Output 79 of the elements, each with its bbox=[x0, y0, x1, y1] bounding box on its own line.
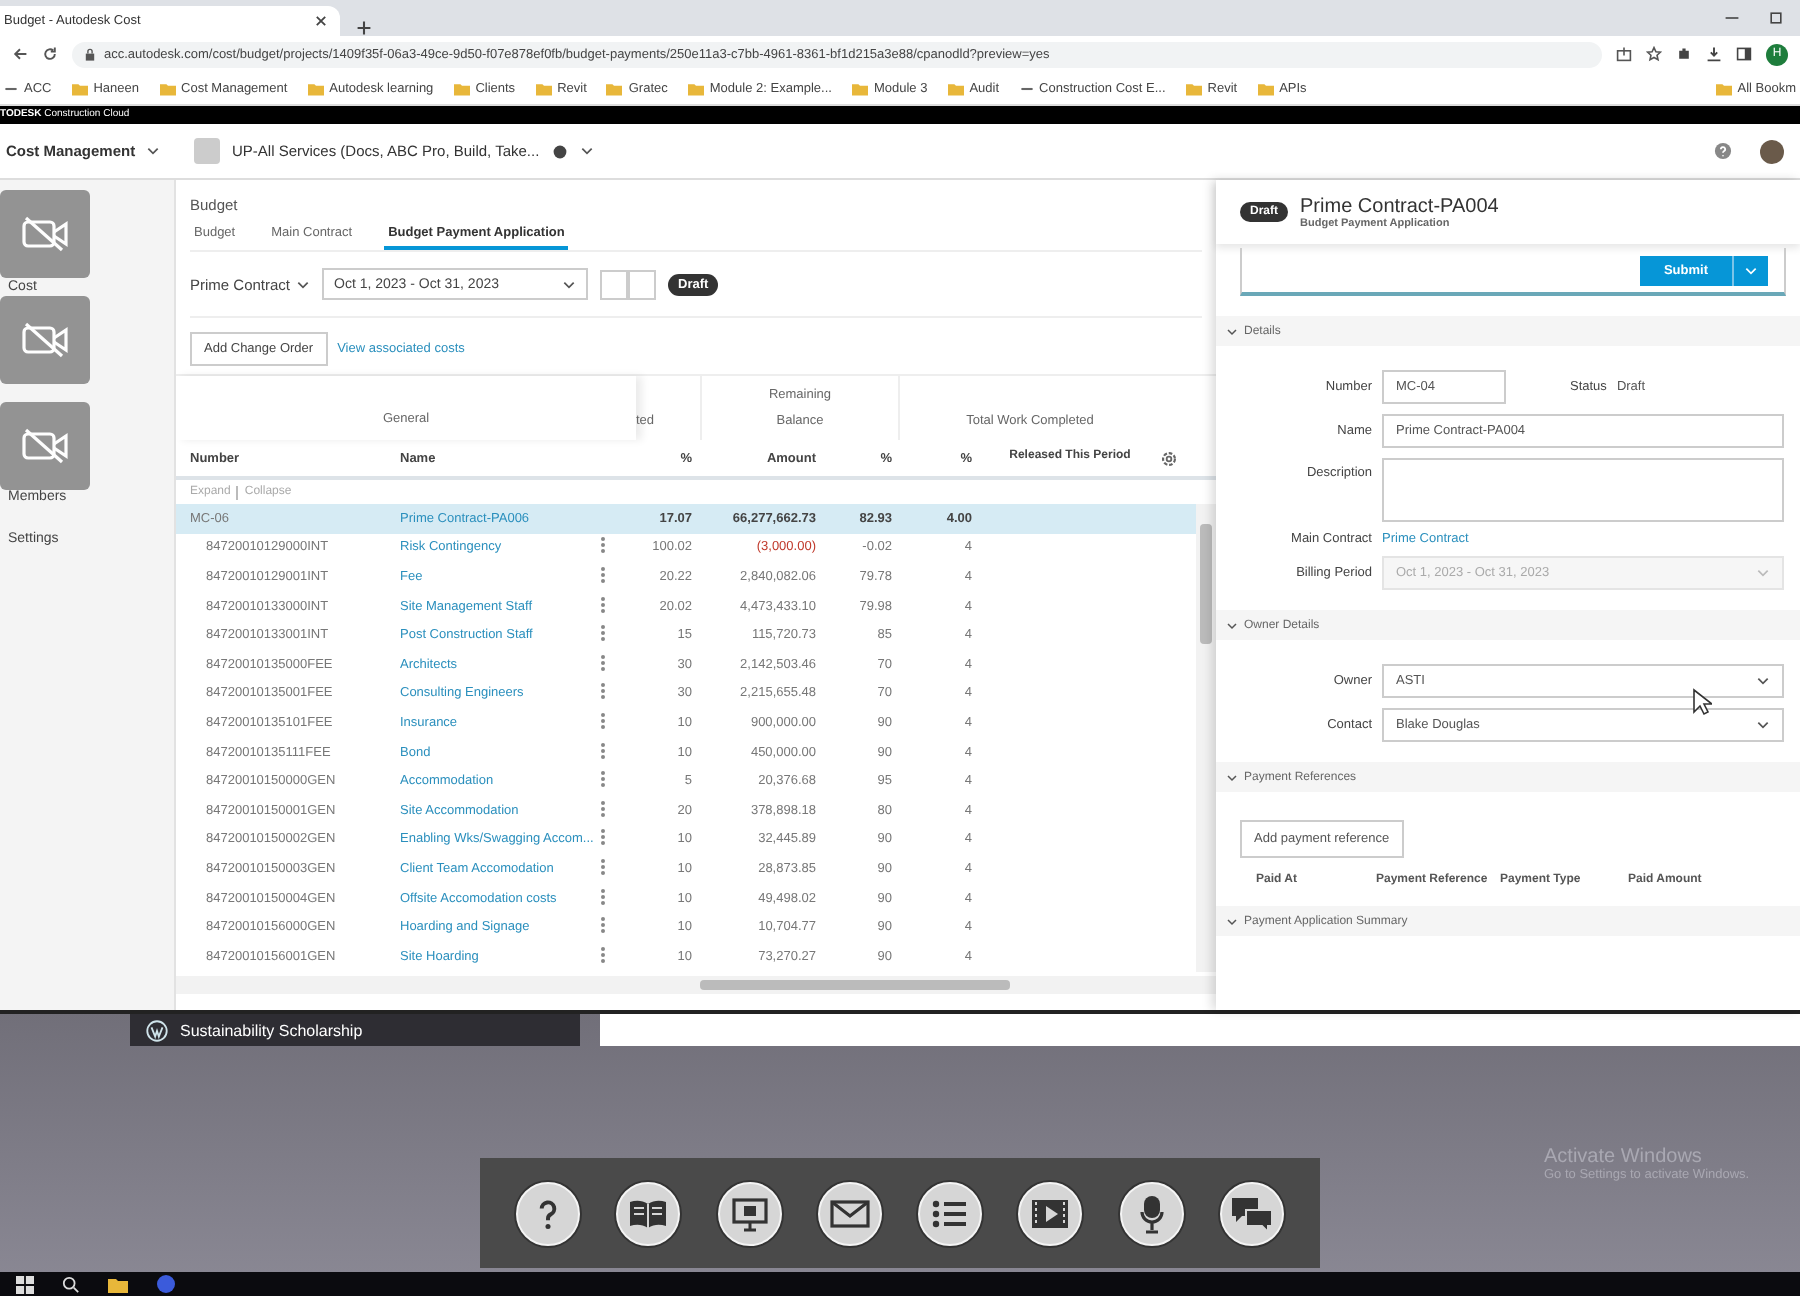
reload-icon[interactable] bbox=[42, 46, 58, 62]
caret-icon bbox=[145, 144, 160, 158]
share-icon[interactable] bbox=[1616, 46, 1632, 62]
folder-icon bbox=[535, 81, 552, 95]
banner-title: Sustainability Scholarship bbox=[180, 1021, 363, 1039]
kebab-menu-icon[interactable] bbox=[600, 945, 606, 964]
panel-title: Prime Contract-PA004 bbox=[1300, 195, 1499, 217]
kebab-menu-icon[interactable] bbox=[600, 565, 606, 584]
kebab-menu-icon[interactable] bbox=[600, 595, 606, 614]
kebab-menu-icon[interactable] bbox=[600, 828, 606, 847]
caret-icon bbox=[579, 144, 594, 158]
folder-icon bbox=[159, 81, 176, 95]
mail-icon bbox=[829, 1199, 870, 1227]
restore-icon[interactable] bbox=[1768, 10, 1784, 26]
folder-icon bbox=[1185, 81, 1202, 95]
kebab-menu-icon[interactable] bbox=[600, 799, 606, 818]
scrollbar-thumb[interactable] bbox=[1200, 524, 1212, 644]
chat-bubbles-icon bbox=[1229, 1195, 1274, 1231]
chat-button[interactable] bbox=[1219, 1181, 1284, 1245]
presentation-button[interactable] bbox=[717, 1181, 782, 1245]
folder-icon bbox=[307, 81, 324, 95]
puzzle-icon[interactable] bbox=[1676, 46, 1692, 62]
project-thumbnail bbox=[194, 138, 220, 164]
folder-icon[interactable] bbox=[108, 1275, 128, 1293]
help-button[interactable] bbox=[516, 1181, 581, 1245]
star-icon[interactable] bbox=[1646, 46, 1662, 62]
folder-icon bbox=[851, 81, 868, 95]
book-button[interactable] bbox=[616, 1181, 681, 1245]
folder-icon bbox=[687, 81, 704, 95]
folder-icon bbox=[606, 81, 623, 95]
settings-icon[interactable] bbox=[1160, 449, 1178, 467]
kebab-menu-icon[interactable] bbox=[600, 916, 606, 935]
folder-icon bbox=[1715, 81, 1732, 95]
browser-icon[interactable] bbox=[156, 1274, 176, 1294]
vertical-scrollbar[interactable] bbox=[1196, 504, 1216, 971]
kebab-menu-icon[interactable] bbox=[600, 887, 606, 906]
caret-icon bbox=[1756, 674, 1770, 688]
caret-icon bbox=[1744, 263, 1758, 277]
windows-start-icon[interactable] bbox=[16, 1275, 34, 1293]
lock-icon bbox=[84, 47, 96, 61]
back-arrow-icon[interactable] bbox=[12, 46, 28, 62]
submit-menu-button[interactable] bbox=[1732, 255, 1768, 285]
side-panel-icon[interactable] bbox=[1736, 46, 1752, 62]
horizontal-scrollbar[interactable] bbox=[176, 975, 1216, 993]
folder-icon bbox=[453, 81, 470, 95]
kebab-menu-icon[interactable] bbox=[600, 857, 606, 876]
video-button[interactable] bbox=[1018, 1181, 1083, 1245]
kebab-menu-icon[interactable] bbox=[600, 682, 606, 701]
kebab-menu-icon[interactable] bbox=[600, 711, 606, 730]
caret-icon bbox=[562, 277, 577, 291]
scrollbar-thumb[interactable] bbox=[700, 979, 1010, 989]
microphone-button[interactable] bbox=[1119, 1181, 1184, 1245]
mail-button[interactable] bbox=[817, 1181, 882, 1245]
wordpress-logo-icon bbox=[146, 1019, 168, 1041]
mouse-pointer-icon bbox=[1692, 688, 1712, 716]
description-field[interactable] bbox=[1382, 458, 1784, 522]
user-avatar[interactable] bbox=[1760, 139, 1784, 163]
microphone-icon bbox=[1137, 1193, 1166, 1233]
folder-icon bbox=[71, 81, 88, 95]
new-tab-icon[interactable] bbox=[356, 20, 372, 36]
caret-icon bbox=[296, 277, 311, 291]
kebab-menu-icon[interactable] bbox=[600, 741, 606, 760]
presentation-icon bbox=[729, 1193, 770, 1233]
caret-icon bbox=[1756, 718, 1770, 732]
kebab-menu-icon[interactable] bbox=[600, 653, 606, 672]
search-icon[interactable] bbox=[62, 1275, 80, 1293]
kebab-menu-icon[interactable] bbox=[600, 770, 606, 789]
kebab-menu-icon[interactable] bbox=[600, 536, 606, 555]
kebab-menu-icon[interactable] bbox=[600, 624, 606, 643]
folder-icon bbox=[1257, 81, 1274, 95]
close-icon[interactable] bbox=[314, 14, 328, 28]
list-icon bbox=[932, 1197, 969, 1229]
book-icon bbox=[628, 1197, 669, 1229]
folder-icon bbox=[947, 81, 964, 95]
list-button[interactable] bbox=[918, 1181, 983, 1245]
help-icon[interactable] bbox=[1714, 142, 1732, 160]
film-play-icon bbox=[1030, 1197, 1071, 1229]
caret-icon bbox=[1756, 566, 1770, 580]
download-icon[interactable] bbox=[1706, 46, 1722, 62]
